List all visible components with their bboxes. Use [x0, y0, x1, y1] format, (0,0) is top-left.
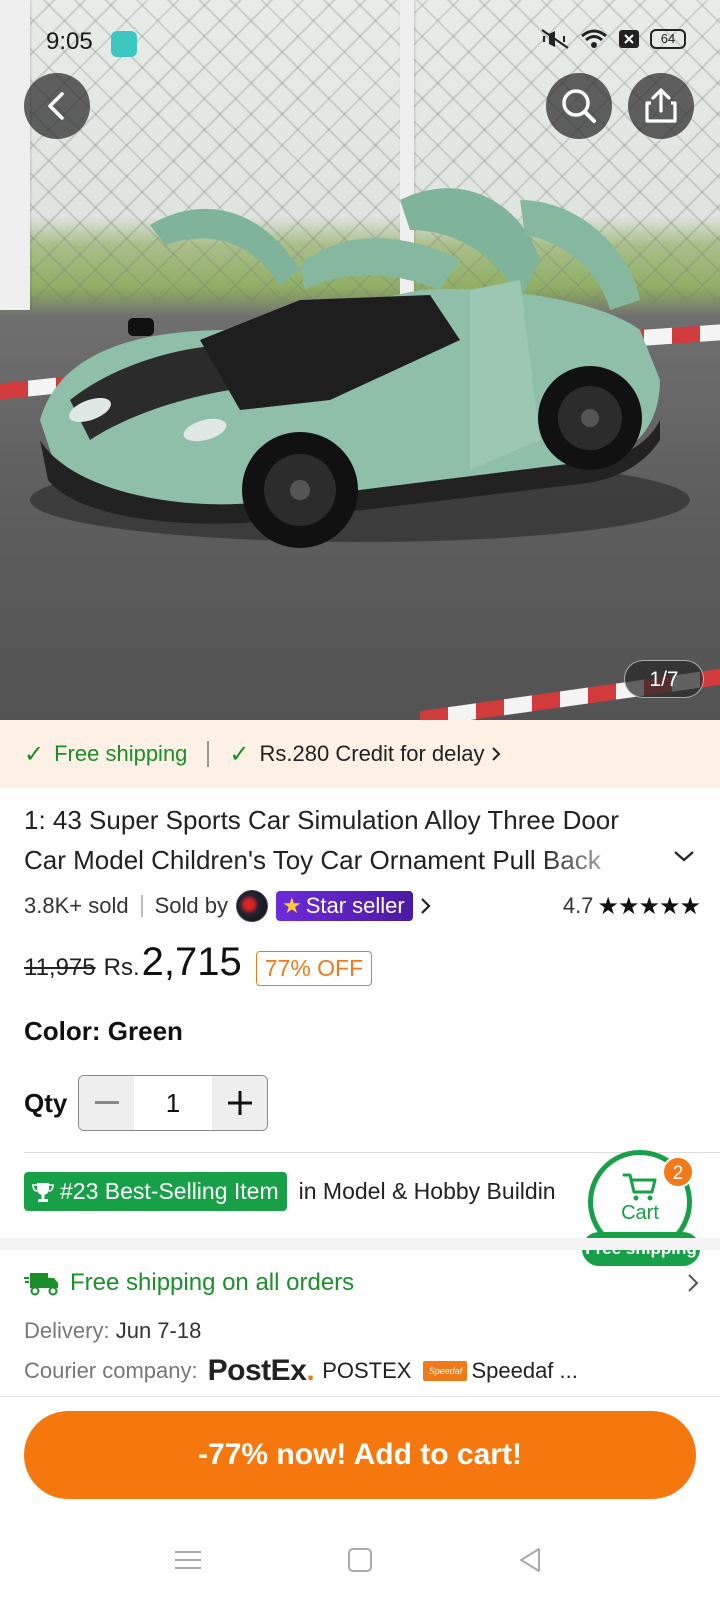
currency: Rs.: [103, 954, 140, 981]
shipping-title: Free shipping on all orders: [70, 1269, 355, 1296]
delivery-value: Jun 7-18: [115, 1318, 202, 1343]
speedaf-name: Speedaf ...: [471, 1358, 578, 1383]
cart-label: Cart: [621, 1202, 659, 1224]
speedaf-logo: Speedaf: [423, 1361, 468, 1381]
mute-vibrate-icon: [541, 29, 569, 49]
color-value: Green: [107, 1016, 183, 1046]
best-selling-badge: #23 Best-Selling Item: [24, 1172, 287, 1211]
chevron-right-icon: [688, 1274, 699, 1292]
best-selling-label: #23 Best-Selling Item: [60, 1178, 279, 1204]
qty-value[interactable]: 1: [134, 1076, 212, 1130]
qty-label: Qty: [24, 1087, 68, 1118]
product-meta: 3.8K+ sold Sold by ★ Star seller 4.7 ★★★…: [24, 888, 701, 924]
back-triangle-icon: [520, 1548, 540, 1572]
back-nav-button[interactable]: [510, 1540, 550, 1580]
delivery-date: Delivery: Jun 7-18: [24, 1318, 201, 1344]
plus-icon: [227, 1091, 252, 1115]
cart-icon: [622, 1173, 657, 1201]
quantity-row: Qty 1: [24, 1075, 268, 1131]
shipping-info-row[interactable]: Free shipping on all orders: [24, 1264, 700, 1302]
product-image[interactable]: 9:05 64 1/7: [0, 0, 720, 720]
battery-icon: 64: [650, 29, 686, 49]
check-icon: ✓: [24, 740, 45, 768]
seller-avatar[interactable]: [235, 890, 268, 922]
color-selection[interactable]: Color: Green: [24, 1016, 183, 1047]
home-square-icon: [348, 1548, 372, 1572]
image-counter: 1/7: [624, 660, 704, 698]
back-button[interactable]: [24, 73, 90, 139]
credit-label: Rs.280 Credit for delay: [259, 741, 485, 766]
color-label: Color:: [24, 1016, 101, 1046]
sold-by-label: Sold by: [154, 893, 228, 918]
system-navigation-bar: [0, 1520, 720, 1600]
section-divider: [0, 1238, 720, 1250]
free-shipping-label: Free shipping: [54, 741, 188, 766]
best-selling-category: in Model & Hobby Buildin: [298, 1178, 556, 1204]
status-time: 9:05: [46, 28, 93, 55]
trophy-icon: [32, 1182, 54, 1202]
courier-label: Courier company:: [24, 1358, 198, 1383]
sale-price: 2,715: [141, 940, 242, 984]
decrease-qty-button[interactable]: [79, 1076, 134, 1130]
star-seller-badge[interactable]: ★ Star seller: [275, 891, 413, 921]
rating[interactable]: 4.7 ★★★★★: [562, 892, 701, 921]
chevron-right-icon[interactable]: [419, 895, 433, 917]
rating-value: 4.7: [562, 893, 594, 918]
back-arrow-icon: [48, 92, 64, 120]
share-icon: [645, 88, 677, 123]
car-illustration: [30, 188, 690, 548]
postex-name: POSTEX: [322, 1358, 412, 1383]
postex-logo: PostEx.: [207, 1354, 315, 1387]
discount-badge: 77% OFF: [255, 950, 373, 986]
cart-count-badge: 2: [662, 1156, 694, 1188]
check-icon: ✓: [229, 740, 250, 768]
delivery-truck-icon: [24, 1273, 58, 1296]
star-icon: ★: [281, 893, 302, 918]
star-seller-label: Star seller: [305, 893, 405, 918]
delivery-label: Delivery:: [24, 1318, 110, 1343]
status-bar: 9:05 64: [0, 0, 720, 80]
divider: [0, 1396, 720, 1397]
best-selling-row[interactable]: #23 Best-Selling Item in Model & Hobby B…: [24, 1172, 556, 1211]
status-icons: 64: [540, 28, 686, 50]
sim-icon: [619, 30, 639, 48]
wifi-icon: [581, 29, 607, 48]
title-fade: [540, 842, 660, 882]
divider: [140, 895, 143, 917]
search-icon: [562, 89, 596, 123]
rating-stars-icon: ★★★★★: [597, 892, 701, 920]
share-button[interactable]: [628, 73, 694, 139]
increase-qty-button[interactable]: [212, 1076, 267, 1130]
chevron-down-icon[interactable]: [672, 848, 696, 864]
app-notification-icon: [111, 31, 137, 57]
minus-icon: [94, 1101, 119, 1104]
price-row: 11,975 Rs. 2,715 77% OFF: [24, 940, 373, 996]
sold-count: 3.8K+ sold: [24, 893, 129, 918]
add-to-cart-button[interactable]: -77% now! Add to cart!: [24, 1411, 696, 1499]
courier-info: Courier company: PostEx. POSTEX Speedaf …: [24, 1354, 578, 1388]
search-button[interactable]: [546, 73, 612, 139]
chevron-right-icon: [491, 747, 500, 761]
original-price: 11,975: [24, 954, 96, 981]
menu-icon: [175, 1551, 201, 1569]
quantity-stepper: 1: [78, 1075, 268, 1131]
promo-strip[interactable]: ✓ Free shipping ✓ Rs.280 Credit for dela…: [0, 720, 720, 788]
divider: [207, 741, 210, 767]
home-nav-button[interactable]: [340, 1540, 380, 1580]
menu-nav-button[interactable]: [168, 1540, 208, 1580]
